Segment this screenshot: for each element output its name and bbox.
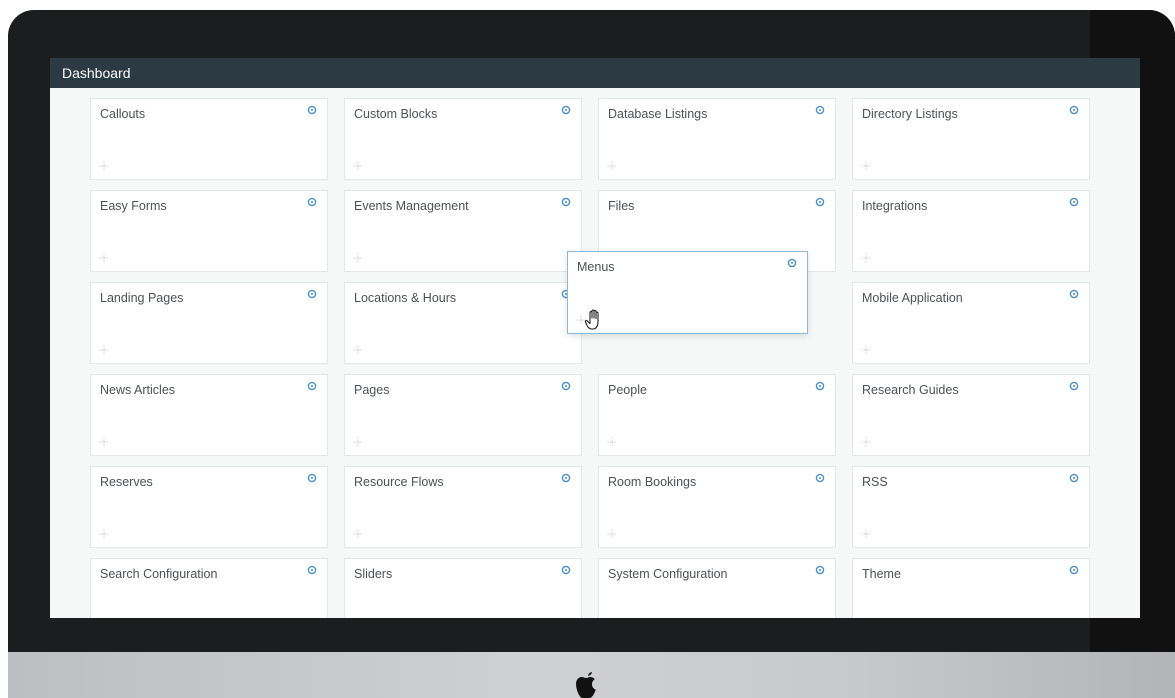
gear-icon[interactable] [561,565,571,575]
dashboard-card[interactable]: Sliders [344,558,582,618]
gear-icon[interactable] [1069,197,1079,207]
dashboard-card[interactable]: Search Configuration [90,558,328,618]
move-icon[interactable] [353,253,363,263]
gear-icon[interactable] [815,105,825,115]
dashboard-card[interactable]: Research Guides [852,374,1090,456]
screen: Dashboard Callouts Custom Blocks Database … [50,58,1140,618]
card-title: Search Configuration [100,567,218,581]
move-icon[interactable] [99,437,109,447]
card-title: Sliders [354,567,393,581]
card-title: Custom Blocks [354,107,438,121]
card-title: Reserves [100,475,153,489]
gear-icon[interactable] [815,381,825,391]
dashboard-card[interactable]: Mobile Application [852,282,1090,364]
gear-icon[interactable] [561,197,571,207]
dashboard-card[interactable]: Resource Flows [344,466,582,548]
move-icon[interactable] [607,437,617,447]
card-title: Theme [862,567,901,581]
gear-icon[interactable] [307,105,317,115]
card-title: Landing Pages [100,291,184,305]
gear-icon[interactable] [561,381,571,391]
card-title: Easy Forms [100,199,167,213]
gear-icon[interactable] [1069,105,1079,115]
card-title: Integrations [862,199,928,213]
dashboard-card[interactable]: RSS [852,466,1090,548]
gear-icon[interactable] [307,473,317,483]
gear-icon[interactable] [787,258,797,268]
dashboard-card[interactable]: Locations & Hours [344,282,582,364]
dashboard-card[interactable]: Events Management [344,190,582,272]
dashboard-grid: Callouts Custom Blocks Database Listings Di… [90,98,1090,618]
dashboard-card[interactable]: Theme [852,558,1090,618]
dashboard-card[interactable]: Database Listings [598,98,836,180]
card-title: Directory Listings [862,107,958,121]
top-bar: Dashboard [50,58,1140,88]
gear-icon[interactable] [307,381,317,391]
gear-icon[interactable] [1069,565,1079,575]
move-icon[interactable] [99,253,109,263]
grab-cursor-icon [584,309,599,330]
dashboard-card[interactable]: Custom Blocks [344,98,582,180]
move-icon[interactable] [353,345,363,355]
gear-icon[interactable] [1069,381,1079,391]
gear-icon[interactable] [561,473,571,483]
dashboard-card[interactable]: Room Bookings [598,466,836,548]
move-icon[interactable] [861,529,871,539]
gear-icon[interactable] [1069,289,1079,299]
gear-icon[interactable] [815,197,825,207]
card-title: Research Guides [862,383,959,397]
move-icon[interactable] [861,437,871,447]
gear-icon[interactable] [307,289,317,299]
card-title: Callouts [100,107,146,121]
move-icon[interactable] [861,253,871,263]
dashboard-card[interactable]: Easy Forms [90,190,328,272]
move-icon[interactable] [607,529,617,539]
move-icon[interactable] [99,161,109,171]
card-title: Pages [354,383,390,397]
dashboard-card[interactable]: News Articles [90,374,328,456]
card-title: People [608,383,647,397]
move-icon[interactable] [353,437,363,447]
card-title: RSS [862,475,888,489]
dashboard-card[interactable]: Directory Listings [852,98,1090,180]
move-icon[interactable] [861,161,871,171]
card-title: Mobile Application [862,291,963,305]
dashboard-card[interactable]: Reserves [90,466,328,548]
dashboard-card[interactable]: Integrations [852,190,1090,272]
move-icon[interactable] [861,345,871,355]
card-title: Events Management [354,199,469,213]
move-icon[interactable] [353,529,363,539]
card-title: Locations & Hours [354,291,457,305]
dashboard-card[interactable]: System Configuration [598,558,836,618]
move-icon[interactable] [607,161,617,171]
dashboard-card[interactable]: Landing Pages [90,282,328,364]
card-title: Resource Flows [354,475,444,489]
gear-icon[interactable] [815,565,825,575]
dashboard-card[interactable]: People [598,374,836,456]
dashboard-card[interactable]: Callouts [90,98,328,180]
move-icon[interactable] [99,345,109,355]
card-title: News Articles [100,383,176,397]
gear-icon[interactable] [307,565,317,575]
move-icon[interactable] [99,529,109,539]
card-title: Database Listings [608,107,708,121]
apple-logo [576,672,596,698]
page-title: Dashboard [62,65,131,81]
card-title: Room Bookings [608,475,697,489]
card-title: System Configuration [608,567,728,581]
gear-icon[interactable] [307,197,317,207]
gear-icon[interactable] [561,105,571,115]
gear-icon[interactable] [1069,473,1079,483]
gear-icon[interactable] [815,473,825,483]
dashboard-card[interactable]: Pages [344,374,582,456]
card-title: Menus [577,260,615,274]
card-title: Files [608,199,635,213]
move-icon[interactable] [353,161,363,171]
